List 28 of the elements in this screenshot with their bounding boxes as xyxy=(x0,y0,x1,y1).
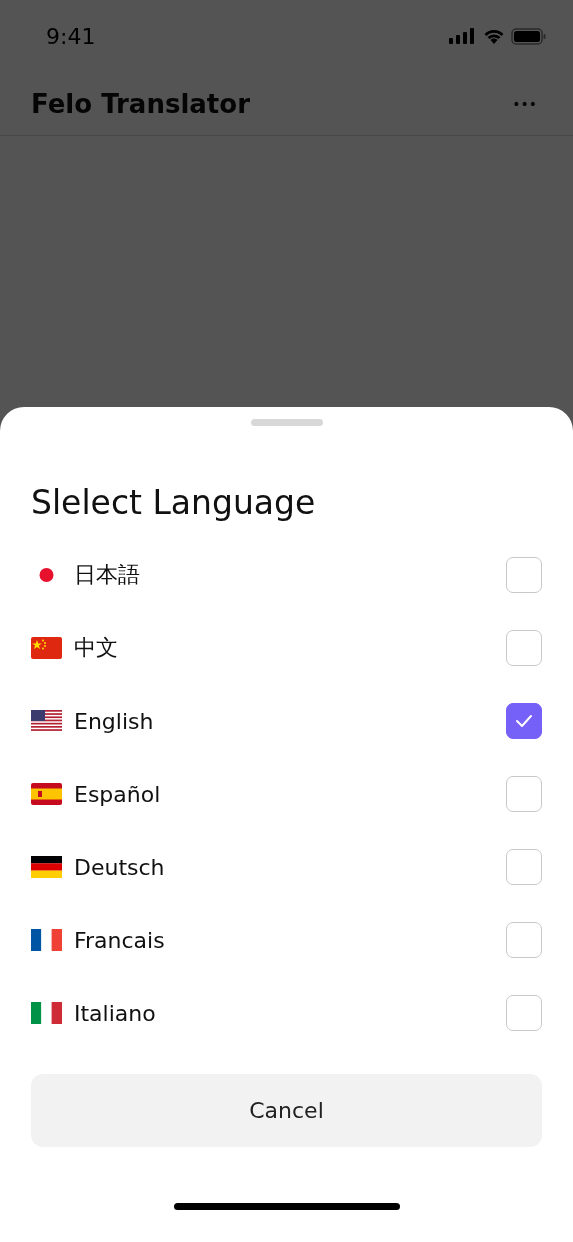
flag-icon xyxy=(31,929,62,951)
flag-icon xyxy=(31,710,62,732)
checkbox[interactable] xyxy=(506,703,542,739)
language-name: Español xyxy=(74,781,162,807)
checkbox[interactable] xyxy=(506,995,542,1031)
checkbox[interactable] xyxy=(506,849,542,885)
sheet-title: Slelect Language xyxy=(31,486,317,519)
check-icon xyxy=(515,714,533,728)
flag-icon xyxy=(31,1002,62,1024)
drag-handle[interactable] xyxy=(250,419,323,426)
checkbox[interactable] xyxy=(506,922,542,958)
app-title: Felo Translator xyxy=(31,88,250,119)
cancel-button[interactable]: Cancel xyxy=(31,1074,542,1147)
wifi-icon xyxy=(483,28,505,44)
checkbox[interactable] xyxy=(506,557,542,593)
language-name: English xyxy=(74,708,155,734)
checkbox[interactable] xyxy=(506,776,542,812)
flag-icon xyxy=(31,856,62,878)
checkbox[interactable] xyxy=(506,630,542,666)
signal-icon xyxy=(449,28,477,44)
language-name: Deutsch xyxy=(74,854,166,880)
flag-icon xyxy=(31,783,62,805)
language-name: Francais xyxy=(74,927,166,953)
language-name: 日本語 xyxy=(74,561,141,589)
flag-icon xyxy=(31,637,62,659)
language-name: 中文 xyxy=(74,634,119,662)
language-name: Italiano xyxy=(74,1000,157,1026)
status-time: 9:41 xyxy=(46,23,96,49)
